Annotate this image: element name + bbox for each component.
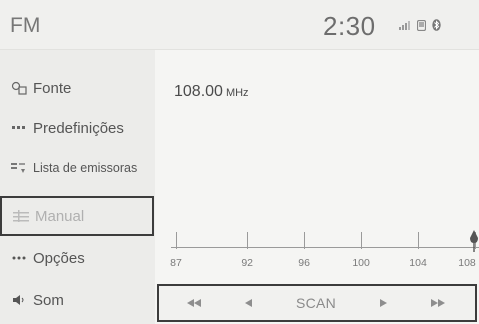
step-back-button[interactable] — [244, 299, 252, 307]
seek-back-icon — [187, 299, 201, 307]
sidebar-item-presets[interactable]: Predefinições — [0, 108, 155, 148]
sidebar-item-source[interactable]: Fonte — [0, 68, 155, 108]
step-forward-button[interactable] — [380, 299, 388, 307]
signal-icon — [399, 20, 411, 30]
sidebar-item-sound[interactable]: Som — [0, 280, 155, 320]
sidebar-item-options[interactable]: Opções — [0, 238, 155, 278]
scale-line — [171, 247, 479, 248]
scale-tick — [304, 232, 306, 249]
tuner-needle-icon[interactable] — [469, 230, 479, 257]
step-back-icon — [244, 299, 252, 307]
scale-label: 100 — [352, 257, 370, 269]
status-icons — [399, 19, 441, 31]
scale-label: 104 — [409, 257, 427, 269]
sidebar: Fonte Predefinições Lista de emissoras M… — [0, 50, 155, 324]
tuning-controls: SCAN — [157, 284, 477, 322]
scale-label: 96 — [298, 257, 310, 269]
scale-tick — [176, 232, 177, 249]
more-options-icon — [11, 250, 27, 266]
sidebar-item-label: Opções — [33, 249, 85, 267]
sidebar-item-label: Predefinições — [33, 119, 124, 137]
scale-tick — [418, 232, 420, 249]
sidebar-item-label: Fonte — [33, 79, 72, 97]
sidebar-item-label: Som — [33, 291, 64, 309]
scale-label: 108 — [458, 257, 476, 269]
seek-forward-button[interactable] — [430, 299, 445, 307]
sidebar-item-station-list[interactable]: Lista de emissoras — [0, 148, 155, 188]
station-list-icon — [11, 160, 27, 176]
clock: 2:30 — [323, 11, 376, 41]
phone-icon — [417, 19, 426, 31]
speaker-icon — [11, 292, 27, 308]
seek-back-button[interactable] — [187, 299, 201, 307]
scale-label: 87 — [170, 257, 182, 269]
source-icon — [11, 80, 27, 96]
scale-label: 92 — [241, 257, 254, 269]
step-forward-icon — [380, 299, 388, 307]
sidebar-item-label: Manual — [35, 207, 85, 225]
frequency-unit: MHz — [225, 87, 249, 99]
frequency-value: 108.00 — [174, 83, 223, 100]
scale-tick — [361, 232, 363, 249]
bluetooth-icon — [432, 19, 441, 31]
band-title: FM — [10, 14, 41, 37]
manual-tune-icon — [13, 208, 29, 224]
sidebar-item-manual[interactable]: Manual — [0, 196, 154, 236]
frequency-scale[interactable]: 87 92 96 100 104 108 — [155, 230, 479, 280]
tuner-panel: 108.00 MHz 87 92 96 100 104 108 — [155, 50, 479, 324]
scan-button[interactable]: SCAN — [296, 295, 336, 311]
status-bar: FM 2:30 — [0, 0, 479, 50]
presets-icon — [11, 120, 27, 136]
sidebar-item-label: Lista de emissoras — [33, 161, 138, 175]
seek-forward-icon — [430, 299, 445, 307]
frequency-display: 108.00 MHz — [174, 83, 249, 101]
scale-tick — [247, 232, 249, 249]
